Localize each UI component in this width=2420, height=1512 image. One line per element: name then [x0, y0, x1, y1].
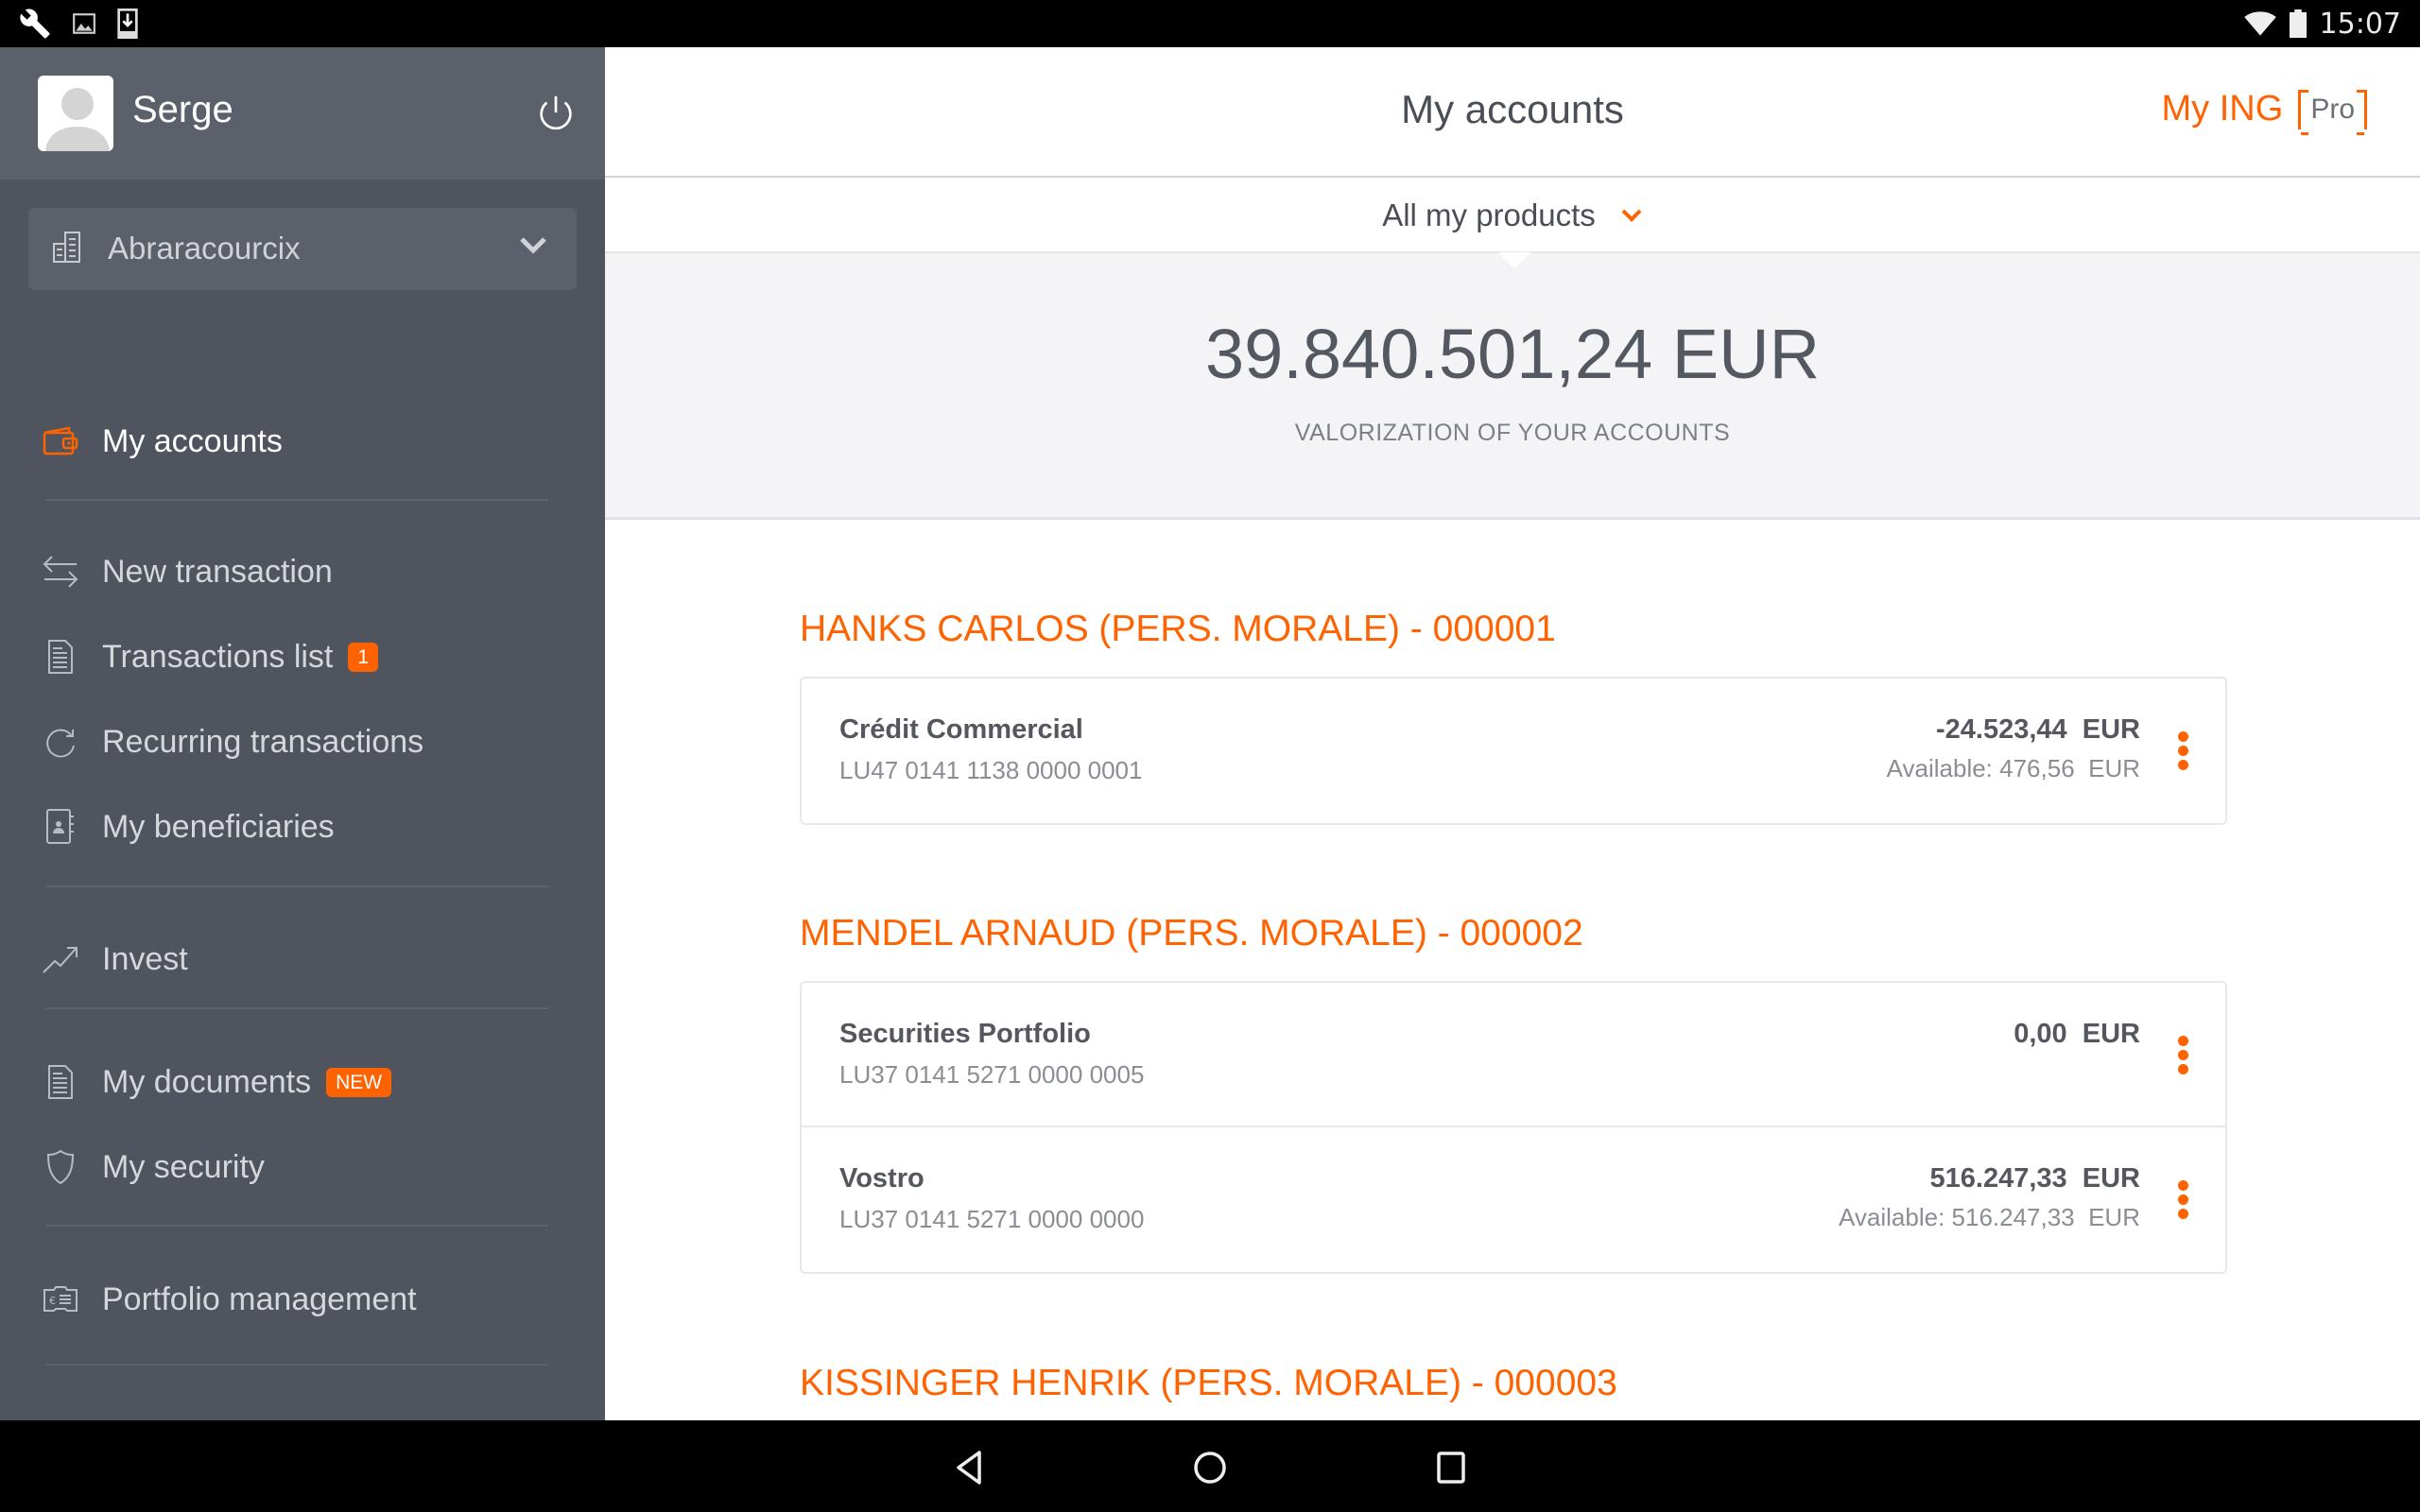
account-available: Available: 476,56 EUR [1886, 754, 2140, 782]
brand-name: My ING [2161, 89, 2284, 129]
sidebar-item-my-security[interactable]: My security [42, 1134, 571, 1200]
account-balance: 0,00 EUR [2014, 1019, 2140, 1049]
recents-icon[interactable] [1432, 1449, 1470, 1486]
power-icon[interactable] [534, 93, 578, 136]
new-badge: NEW [326, 1067, 392, 1097]
sidebar-item-recurring-transactions[interactable]: Recurring transactions [42, 709, 571, 775]
divider [45, 1007, 548, 1009]
sidebar-item-portfolio-management[interactable]: € Portfolio management [42, 1266, 571, 1332]
account-balance: 516.247,33 EUR [1929, 1163, 2140, 1194]
filter-pointer [1498, 252, 1530, 268]
avatar[interactable] [38, 76, 113, 151]
divider [45, 499, 548, 501]
sidebar-item-invest[interactable]: Invest [42, 926, 571, 992]
document-icon [42, 1063, 79, 1101]
account-balance: -24.523,44 EUR [1935, 714, 2140, 745]
wallet-icon [42, 422, 79, 460]
download-icon [117, 9, 138, 39]
transfer-arrows-icon [42, 553, 79, 591]
account-name: Vostro [839, 1163, 925, 1194]
home-icon[interactable] [1191, 1449, 1229, 1486]
sidebar-item-my-beneficiaries[interactable]: My beneficiaries [42, 794, 571, 860]
account-row[interactable]: Crédit Commercial LU47 0141 1138 0000 00… [802, 679, 2225, 823]
clock: 15:07 [2319, 7, 2401, 41]
more-options-icon[interactable] [2176, 1180, 2189, 1224]
system-navigation-bar [0, 1420, 2420, 1512]
page-title: My accounts [1401, 87, 1624, 131]
main-content: My accounts My ING Pro All my products 3… [605, 47, 2420, 1420]
svg-text:€: € [49, 1295, 56, 1307]
account-card: Crédit Commercial LU47 0141 1138 0000 00… [800, 677, 2227, 825]
sidebar-item-label: New transaction [102, 553, 333, 590]
divider [45, 885, 548, 887]
divider [45, 1225, 548, 1227]
battery-icon [2289, 9, 2307, 38]
back-icon[interactable] [951, 1449, 989, 1486]
account-card: Securities Portfolio LU37 0141 5271 0000… [800, 981, 2227, 1274]
company-selector[interactable]: Abraracourcix [28, 208, 577, 290]
wifi-icon [2243, 11, 2276, 36]
top-bar: My accounts My ING Pro [605, 47, 2420, 178]
account-name: Crédit Commercial [839, 714, 1083, 745]
portfolio-euro-icon: € [42, 1280, 79, 1318]
trend-up-icon [42, 940, 79, 978]
sidebar-item-label: My documents [102, 1063, 312, 1100]
account-available: Available: 516.247,33 EUR [1839, 1203, 2140, 1231]
account-row[interactable]: Securities Portfolio LU37 0141 5271 0000… [802, 983, 2225, 1127]
more-options-icon[interactable] [2176, 1036, 2189, 1079]
company-name: Abraracourcix [108, 231, 301, 266]
total-valorization: 39.840.501,24 EUR [1204, 315, 1821, 393]
sidebar-item-label: My security [102, 1148, 265, 1185]
sidebar-item-transactions-list[interactable]: Transactions list 1 [42, 624, 571, 690]
recurring-icon [42, 723, 79, 761]
product-filter-dropdown[interactable]: All my products [605, 180, 2420, 253]
sidebar-item-label: Transactions list [102, 638, 334, 675]
sidebar-item-label: Invest [102, 940, 188, 977]
total-valorization-label: VALORIZATION OF YOUR ACCOUNTS [1294, 420, 1731, 446]
chevron-down-icon [520, 237, 546, 254]
notification-badge: 1 [348, 642, 379, 672]
user-header: Serge [0, 47, 605, 180]
sidebar-item-label: My accounts [102, 422, 283, 459]
account-group-title: KISSINGER HENRIK (PERS. MORALE) - 000003 [800, 1363, 1617, 1403]
chevron-down-icon [1621, 209, 1642, 222]
account-row[interactable]: Vostro LU37 0141 5271 0000 0000 516.247,… [802, 1127, 2225, 1272]
account-name: Securities Portfolio [839, 1019, 1091, 1049]
sidebar-item-my-documents[interactable]: My documents NEW [42, 1049, 571, 1115]
sidebar-item-new-transaction[interactable]: New transaction [42, 539, 571, 605]
document-icon [42, 638, 79, 676]
sidebar-item-label: Recurring transactions [102, 723, 424, 760]
shield-icon [42, 1148, 79, 1186]
sidebar-item-my-accounts[interactable]: My accounts [42, 408, 571, 474]
brand-tag: Pro [2298, 89, 2367, 129]
sidebar-item-label: Portfolio management [102, 1280, 417, 1317]
account-group-title: HANKS CARLOS (PERS. MORALE) - 000001 [800, 609, 1556, 649]
divider [45, 1364, 548, 1366]
account-iban: LU47 0141 1138 0000 0001 [839, 756, 1143, 784]
image-icon [73, 13, 95, 34]
user-name: Serge [132, 89, 233, 130]
product-filter-label: All my products [1382, 198, 1596, 232]
more-options-icon[interactable] [2176, 731, 2189, 775]
account-group-title: MENDEL ARNAUD (PERS. MORALE) - 000002 [800, 913, 1583, 954]
wrench-icon [20, 9, 50, 39]
sidebar: Serge Abraracourcix My accounts New tran… [0, 47, 605, 1420]
valorization-summary: 39.840.501,24 EUR VALORIZATION OF YOUR A… [605, 253, 2420, 520]
sidebar-item-label: My beneficiaries [102, 808, 335, 845]
account-iban: LU37 0141 5271 0000 0005 [839, 1060, 1145, 1089]
brand-logo: My ING Pro [2162, 89, 2367, 129]
account-iban: LU37 0141 5271 0000 0000 [839, 1205, 1145, 1233]
address-book-icon [42, 808, 79, 846]
building-icon [53, 232, 80, 263]
status-bar: 15:07 [0, 0, 2420, 47]
user-silhouette-icon [45, 88, 110, 151]
